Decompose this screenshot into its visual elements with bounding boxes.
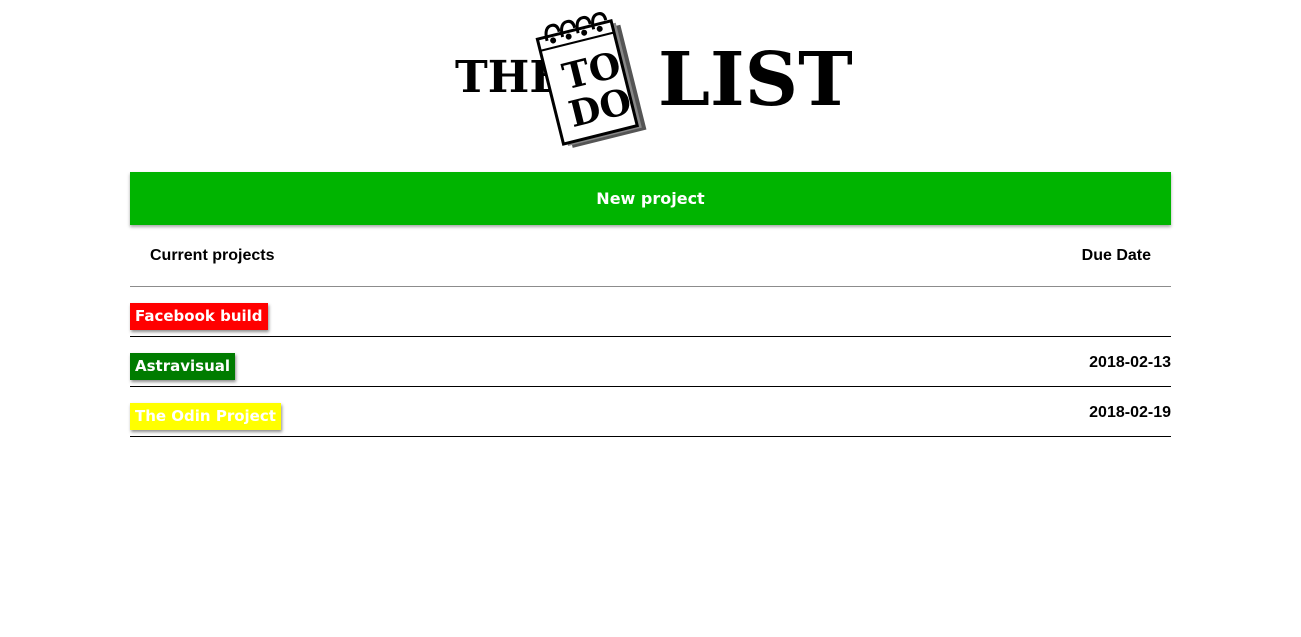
project-row: The Odin Project 2018-02-19 xyxy=(130,387,1171,437)
notepad-icon: TO DO xyxy=(535,12,647,148)
due-date-heading: Due Date xyxy=(1081,247,1151,264)
new-project-button[interactable]: New project xyxy=(130,172,1171,225)
project-link-the-odin-project[interactable]: The Odin Project xyxy=(130,403,281,430)
todo-list-logo-graphic: THE LIST TO DO xyxy=(455,12,852,148)
project-link-facebook-build[interactable]: Facebook build xyxy=(130,303,268,330)
app-logo: THE LIST TO DO xyxy=(452,0,852,156)
new-project-label: New project xyxy=(596,189,705,208)
project-row: Astravisual 2018-02-13 xyxy=(130,337,1171,387)
project-due-date: 2018-02-13 xyxy=(1089,354,1171,371)
project-link-astravisual[interactable]: Astravisual xyxy=(130,353,236,380)
projects-table-header: Current projects Due Date xyxy=(130,236,1171,287)
current-projects-heading: Current projects xyxy=(150,247,275,264)
project-row: Facebook build xyxy=(130,287,1171,337)
logo-word-list: LIST xyxy=(658,37,852,123)
project-due-date: 2018-02-19 xyxy=(1089,404,1171,421)
